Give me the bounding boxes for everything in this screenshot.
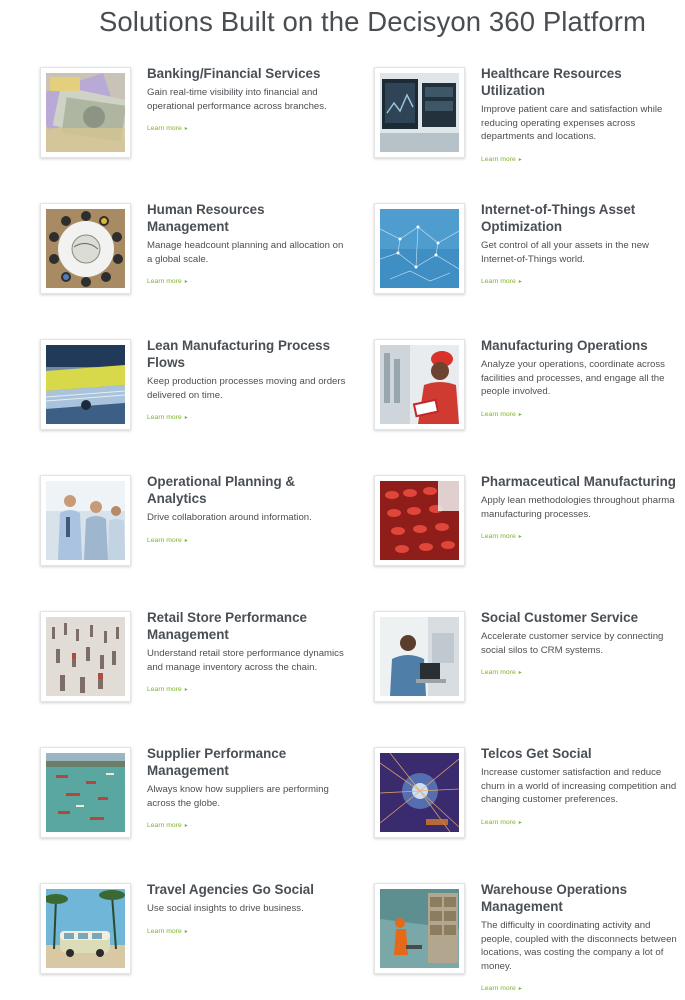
solution-card-pharmaceutical: Pharmaceutical Manufacturing Apply lean …	[374, 474, 684, 605]
solution-description: Gain real-time visibility into financial…	[147, 87, 327, 112]
solution-description: Apply lean methodologies throughout phar…	[481, 495, 675, 520]
solutions-grid: Banking/Financial Services Gain real-tim…	[0, 0, 685, 1000]
learn-more-link[interactable]: Learn more ▸	[147, 124, 188, 134]
solution-title: Internet-of-Things Asset Optimization	[481, 202, 636, 234]
solution-title: Pharmaceutical Manufacturing	[481, 474, 676, 489]
conveyor-image[interactable]	[40, 339, 131, 430]
crowd-image[interactable]	[40, 611, 131, 702]
solution-description: Analyze your operations, coordinate acro…	[481, 359, 665, 398]
solution-description: Drive collaboration around information.	[147, 512, 312, 523]
chevron-right-icon: ▸	[184, 537, 188, 544]
learn-more-link[interactable]: Learn more ▸	[147, 413, 188, 423]
solution-title: Healthcare Resources Utilization	[481, 66, 622, 98]
call-center-image[interactable]	[374, 611, 465, 702]
learn-more-link[interactable]: Learn more ▸	[147, 685, 188, 695]
chevron-right-icon: ▸	[518, 156, 522, 163]
solution-title: Travel Agencies Go Social	[147, 882, 314, 897]
solution-title: Operational Planning & Analytics	[147, 474, 296, 506]
solution-title: Human Resources Management	[147, 202, 265, 234]
pills-image[interactable]	[374, 475, 465, 566]
solution-title: Social Customer Service	[481, 610, 639, 625]
medical-monitor-image[interactable]	[374, 67, 465, 158]
solution-card-manufacturing-operations: Manufacturing Operations Analyze your op…	[374, 338, 684, 469]
chevron-right-icon: ▸	[518, 670, 522, 677]
harbor-boats-image[interactable]	[40, 747, 131, 838]
learn-more-link[interactable]: Learn more ▸	[481, 410, 522, 420]
business-team-image[interactable]	[40, 475, 131, 566]
solution-description: Keep production processes moving and ord…	[147, 376, 346, 401]
globe-meeting-image[interactable]	[40, 203, 131, 294]
solution-description: Increase customer satisfaction and reduc…	[481, 767, 677, 806]
chevron-right-icon: ▸	[184, 279, 188, 286]
learn-more-link[interactable]: Learn more ▸	[147, 927, 188, 937]
van-beach-image[interactable]	[40, 883, 131, 974]
chevron-right-icon: ▸	[184, 415, 188, 422]
network-image[interactable]	[374, 203, 465, 294]
solution-card-supplier: Supplier Performance Management Always k…	[40, 746, 350, 877]
chevron-right-icon: ▸	[184, 823, 188, 830]
solution-card-warehouse: Warehouse Operations Management The diff…	[374, 882, 684, 1000]
solution-card-operational-planning: Operational Planning & Analytics Drive c…	[40, 474, 350, 605]
solution-description: Improve patient care and satisfaction wh…	[481, 104, 663, 143]
solution-description: Understand retail store performance dyna…	[147, 648, 344, 673]
solution-card-telcos: Telcos Get Social Increase customer sati…	[374, 746, 684, 877]
solution-card-lean-manufacturing: Lean Manufacturing Process Flows Keep pr…	[40, 338, 350, 469]
learn-more-link[interactable]: Learn more ▸	[147, 277, 188, 287]
solution-title: Manufacturing Operations	[481, 338, 648, 353]
solution-description: Always know how suppliers are performing…	[147, 784, 329, 809]
learn-more-link[interactable]: Learn more ▸	[481, 155, 522, 165]
solution-card-retail: Retail Store Performance Management Unde…	[40, 610, 350, 741]
learn-more-link[interactable]: Learn more ▸	[481, 277, 522, 287]
solution-title: Supplier Performance Management	[147, 746, 287, 778]
learn-more-link[interactable]: Learn more ▸	[481, 818, 522, 828]
warehouse-image[interactable]	[374, 883, 465, 974]
solution-description: Accelerate customer service by connectin…	[481, 631, 664, 656]
chevron-right-icon: ▸	[184, 928, 188, 935]
solution-title: Telcos Get Social	[481, 746, 592, 761]
solution-title: Warehouse Operations Management	[481, 882, 628, 914]
solution-card-iot: Internet-of-Things Asset Optimization Ge…	[374, 202, 684, 333]
solution-card-travel: Travel Agencies Go Social Use social ins…	[40, 882, 350, 1000]
learn-more-link[interactable]: Learn more ▸	[481, 532, 522, 542]
learn-more-link[interactable]: Learn more ▸	[481, 668, 522, 678]
solution-card-social-customer-service: Social Customer Service Accelerate custo…	[374, 610, 684, 741]
solution-description: The difficulty in coordinating activity …	[481, 920, 677, 972]
solution-card-banking: Banking/Financial Services Gain real-tim…	[40, 66, 350, 197]
learn-more-link[interactable]: Learn more ▸	[147, 536, 188, 546]
money-image[interactable]	[40, 67, 131, 158]
solution-title: Banking/Financial Services	[147, 66, 321, 81]
solution-description: Get control of all your assets in the ne…	[481, 240, 649, 265]
solution-title: Lean Manufacturing Process Flows	[147, 338, 331, 370]
digital-network-image[interactable]	[374, 747, 465, 838]
solution-title: Retail Store Performance Management	[147, 610, 308, 642]
solution-card-healthcare: Healthcare Resources Utilization Improve…	[374, 66, 684, 197]
chevron-right-icon: ▸	[518, 279, 522, 286]
chevron-right-icon: ▸	[518, 534, 522, 541]
chevron-right-icon: ▸	[518, 819, 522, 826]
chevron-right-icon: ▸	[184, 126, 188, 133]
learn-more-link[interactable]: Learn more ▸	[481, 984, 522, 994]
learn-more-link[interactable]: Learn more ▸	[147, 821, 188, 831]
chevron-right-icon: ▸	[518, 986, 522, 993]
solution-card-hr: Human Resources Management Manage headco…	[40, 202, 350, 333]
hardhat-worker-image[interactable]	[374, 339, 465, 430]
chevron-right-icon: ▸	[184, 687, 188, 694]
solution-description: Use social insights to drive business.	[147, 903, 304, 914]
solution-description: Manage headcount planning and allocation…	[147, 240, 344, 265]
chevron-right-icon: ▸	[518, 411, 522, 418]
